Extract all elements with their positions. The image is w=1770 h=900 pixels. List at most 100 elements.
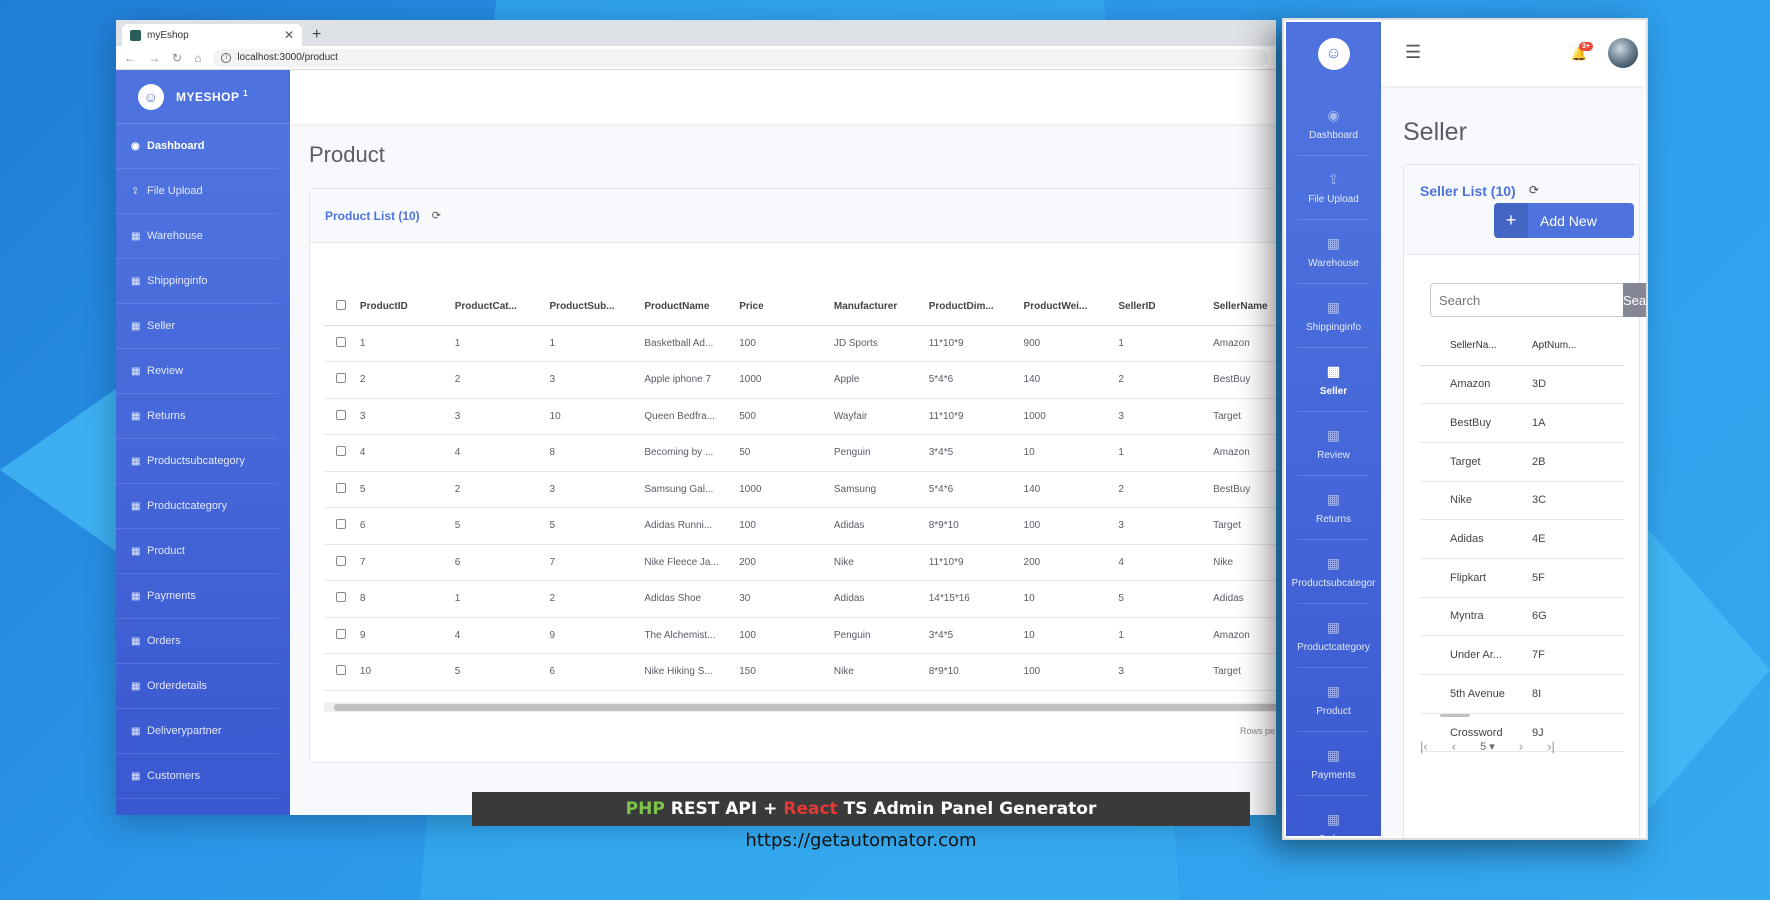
panel-nav-label: Product (1316, 705, 1351, 717)
table-row[interactable]: Target 2B (1420, 442, 1624, 482)
sidebar-item-payments[interactable]: ▦ Payments (116, 574, 278, 619)
table-row[interactable]: BestBuy 1A (1420, 403, 1624, 443)
table-row[interactable]: Flipkart 5F (1420, 558, 1624, 598)
sidebar-item-orders[interactable]: ▦ Orders (116, 619, 278, 664)
table-row[interactable]: Adidas 4E (1420, 519, 1624, 559)
row-checkbox[interactable] (324, 507, 360, 545)
reload-icon[interactable]: ↻ (172, 51, 182, 65)
table-row[interactable]: Myntra 6G (1420, 597, 1624, 637)
scrollbar-thumb[interactable] (1440, 714, 1470, 717)
column-header[interactable]: SellerNa... (1420, 327, 1532, 366)
page-size-select[interactable]: 5 ▾ (1480, 740, 1495, 753)
sidebar-item-shippinginfo[interactable]: ▦ Shippinginfo (116, 259, 278, 304)
panel-nav-item-product[interactable]: ▦ Product (1298, 668, 1369, 732)
sidebar-item-customers[interactable]: ▦ Customers (116, 754, 278, 799)
sidebar-item-warehouse[interactable]: ▦ Warehouse (116, 214, 278, 259)
column-header[interactable]: Manufacturer (833, 289, 929, 326)
table-row[interactable]: 5 2 3 Samsung Gal... 1000 Samsung 5*4*6 140 2 Bes… (324, 471, 1276, 508)
sidebar-item-productcategory[interactable]: ▦ Productcategory (116, 484, 278, 529)
table-row[interactable]: 4 4 8 Becoming by ... 50 Penguin 3*4*5 10 1 Amazo… (324, 434, 1276, 472)
table-row[interactable]: 8 1 2 Adidas Shoe 30 Adidas 14*15*16 10 5 Adidas (324, 580, 1276, 618)
table-cell: 3*4*5 (928, 434, 1024, 472)
table-row[interactable]: 3 3 10 Queen Bedfra... 500 Wayfair 11*10*9 1000… (324, 398, 1276, 435)
close-icon[interactable]: ✕ (284, 28, 294, 42)
row-checkbox[interactable] (324, 434, 360, 472)
site-url[interactable]: https://getautomator.com (472, 830, 1250, 851)
search-button[interactable]: Search (1623, 283, 1646, 317)
back-icon[interactable]: ← (124, 51, 136, 65)
row-checkbox[interactable] (324, 617, 360, 654)
panel-nav-item-dashboard[interactable]: ◉ Dashboard (1298, 92, 1369, 156)
table-row[interactable]: 10 5 6 Nike Hiking S... 150 Nike 8*9*10 100 3 Tar… (324, 653, 1276, 691)
column-header[interactable]: AptNum... (1532, 327, 1624, 366)
menu-icon[interactable]: ☰ (1405, 42, 1421, 63)
table-row[interactable]: 1 1 1 Basketball Ad... 100 JD Sports 11*10*9 90… (324, 325, 1276, 362)
panel-nav-item-review[interactable]: ▦ Review (1298, 412, 1369, 476)
brand[interactable]: ☺ MYESHOP 1 (116, 70, 290, 124)
sidebar-item-file-upload[interactable]: ⇪ File Upload (116, 169, 278, 214)
next-page-icon[interactable]: › (1519, 739, 1523, 754)
table-row[interactable]: 5th Avenue 8I (1420, 674, 1624, 714)
row-checkbox[interactable] (324, 325, 360, 362)
sidebar-item-seller[interactable]: ▦ Seller (116, 304, 278, 349)
row-checkbox[interactable] (324, 544, 360, 581)
panel-nav-item-productsubcategor[interactable]: ▦ Productsubcategor (1292, 540, 1375, 604)
table-row[interactable]: 2 2 3 Apple iphone 7 1000 Apple 5*4*6 140 2 BestB… (324, 361, 1276, 399)
url-field[interactable]: i localhost:3000/product (213, 48, 1268, 67)
column-header[interactable]: ProductWei... (1023, 289, 1119, 326)
row-checkbox[interactable] (324, 580, 360, 618)
home-icon[interactable]: ⌂ (194, 51, 201, 65)
forward-icon[interactable]: → (148, 51, 160, 65)
sidebar-item-review[interactable]: ▦ Review (116, 349, 278, 394)
refresh-icon[interactable]: ⟳ (432, 209, 441, 222)
row-checkbox[interactable] (324, 361, 360, 399)
table-row[interactable]: 9 4 9 The Alchemist... 100 Penguin 3*4*5 10 1 Ama… (324, 617, 1276, 654)
panel-nav-item-shippinginfo[interactable]: ▦ Shippinginfo (1298, 284, 1369, 348)
panel-nav-item-seller[interactable]: ▦ Seller (1298, 348, 1369, 412)
scrollbar-thumb[interactable] (334, 704, 1276, 711)
column-header[interactable]: SellerID (1118, 289, 1214, 326)
table-cell: 900 (1023, 325, 1119, 362)
table-row[interactable]: Under Ar... 7F (1420, 635, 1624, 675)
column-header[interactable]: ProductDim... (928, 289, 1024, 326)
sidebar-item-orderdetails[interactable]: ▦ Orderdetails (116, 664, 278, 709)
new-tab-icon[interactable]: + (312, 26, 321, 44)
prev-page-icon[interactable]: ‹ (1452, 739, 1456, 754)
info-icon[interactable]: i (221, 52, 232, 63)
panel-nav-item-productcategory[interactable]: ▦ Productcategory (1297, 604, 1370, 668)
row-checkbox[interactable] (324, 398, 360, 435)
column-header[interactable]: ProductName (644, 289, 740, 326)
sidebar-item-deliverypartner[interactable]: ▦ Deliverypartner (116, 709, 278, 754)
table-cell: Queen Bedfra... (644, 398, 740, 435)
search-input[interactable] (1430, 283, 1623, 317)
panel-nav-item-warehouse[interactable]: ▦ Warehouse (1298, 220, 1369, 284)
sidebar-item-dashboard[interactable]: ◉ Dashboard (116, 124, 278, 169)
refresh-icon[interactable]: ⟳ (1529, 183, 1539, 197)
table-row[interactable]: Nike 3C (1420, 481, 1624, 521)
sidebar-item-product[interactable]: ▦ Product (116, 529, 278, 574)
column-header[interactable]: ProductID (359, 289, 455, 326)
first-page-icon[interactable]: |‹ (1420, 739, 1428, 754)
row-checkbox[interactable] (324, 653, 360, 691)
panel-nav-item-orders[interactable]: ▦ Orders (1298, 796, 1369, 839)
logo-icon[interactable]: ☺ (1317, 38, 1350, 70)
add-new-button[interactable]: + Add New (1494, 203, 1634, 238)
column-header[interactable]: SellerName (1213, 289, 1276, 326)
column-header[interactable]: Price (739, 289, 834, 326)
panel-nav-item-file-upload[interactable]: ⇪ File Upload (1298, 156, 1369, 220)
avatar[interactable] (1608, 38, 1638, 68)
panel-nav-item-returns[interactable]: ▦ Returns (1298, 476, 1369, 540)
last-page-icon[interactable]: ›| (1547, 739, 1555, 754)
horizontal-scrollbar[interactable] (324, 702, 1276, 712)
sidebar-item-returns[interactable]: ▦ Returns (116, 394, 278, 439)
column-header[interactable]: ProductSub... (549, 289, 645, 326)
browser-tab[interactable]: myEshop ✕ (122, 24, 302, 46)
select-all-checkbox[interactable] (324, 289, 360, 326)
panel-nav-item-payments[interactable]: ▦ Payments (1298, 732, 1369, 796)
table-row[interactable]: 7 6 7 Nike Fleece Ja... 200 Nike 11*10*9 200 4 Ni… (324, 544, 1276, 581)
sidebar-item-productsubcategory[interactable]: ▦ Productsubcategory (116, 439, 278, 484)
column-header[interactable]: ProductCat... (454, 289, 550, 326)
row-checkbox[interactable] (324, 471, 360, 508)
table-row[interactable]: Amazon 3D (1420, 365, 1624, 405)
table-row[interactable]: 6 5 5 Adidas Runni... 100 Adidas 8*9*10 100 3 Tar… (324, 507, 1276, 545)
